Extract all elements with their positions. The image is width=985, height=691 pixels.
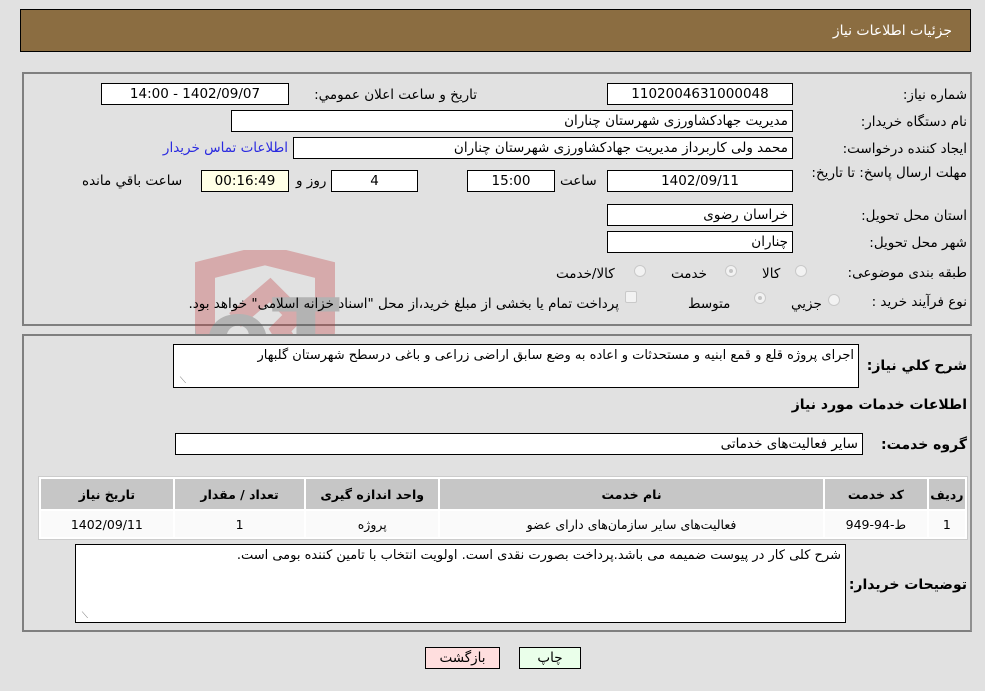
- service-group-field[interactable]: سایر فعالیت‌های خدماتی: [175, 433, 863, 455]
- category-radio-goods-service[interactable]: [634, 265, 646, 277]
- col-header-need-date: تاریخ نیاز: [41, 479, 173, 509]
- buyer-notes-text: شرح کلی کار در پیوست ضمیمه می باشد.پرداخ…: [236, 548, 841, 563]
- cell-quantity: 1: [174, 511, 305, 537]
- treasury-note: پرداخت تمام یا بخشی از مبلغ خرید،از محل …: [188, 296, 619, 312]
- back-button[interactable]: بازگشت: [425, 647, 500, 669]
- purchase-radio-minor[interactable]: [828, 294, 840, 306]
- time-remaining-field: 00:16:49: [201, 170, 289, 192]
- category-radio-goods[interactable]: [795, 265, 807, 277]
- cell-service-code: ط-94-949: [824, 511, 927, 537]
- city-field[interactable]: چناران: [607, 231, 793, 253]
- page-title: جزئیات اطلاعات نیاز: [832, 23, 952, 39]
- description-textarea[interactable]: اجرای پروژه قلع و قمع ابنیه و مستحدثات و…: [173, 344, 859, 388]
- cell-unit: پروژه: [306, 511, 439, 537]
- category-radio-service[interactable]: [725, 265, 737, 277]
- buyer-org-label: نام دستگاه خریدار:: [860, 114, 967, 130]
- resize-grip-icon[interactable]: ⟋: [176, 376, 186, 386]
- deadline-label: مهلت ارسال پاسخ: تا تاریخ:: [811, 165, 967, 181]
- treasury-checkbox[interactable]: [625, 291, 637, 303]
- need-number-label: شماره نیاز:: [902, 87, 967, 103]
- services-table: ردیف کد خدمت نام خدمت واحد اندازه گیری ت…: [38, 476, 968, 540]
- category-option-service: خدمت: [671, 266, 707, 282]
- city-label: شهر محل تحویل:: [869, 235, 967, 251]
- purchase-radio-medium[interactable]: [754, 292, 766, 304]
- table-header-row: ردیف کد خدمت نام خدمت واحد اندازه گیری ت…: [41, 479, 965, 509]
- buyer-contact-link[interactable]: اطلاعات تماس خریدار: [163, 140, 288, 156]
- resize-grip-icon[interactable]: ⟋: [78, 611, 88, 621]
- description-text: اجرای پروژه قلع و قمع ابنیه و مستحدثات و…: [257, 348, 855, 363]
- description-label: شرح کلي نیاز:: [866, 358, 967, 374]
- page-header: جزئیات اطلاعات نیاز: [20, 9, 971, 52]
- time-remaining-label: ساعت باقي مانده: [82, 173, 183, 189]
- days-label: روز و: [296, 173, 327, 189]
- purchase-option-medium: متوسط: [688, 296, 731, 312]
- days-remaining-field[interactable]: 4: [331, 170, 418, 192]
- col-header-service-code: کد خدمت: [824, 479, 927, 509]
- purchase-option-minor: جزيي: [791, 296, 822, 312]
- category-label: طبقه بندی موضوعی:: [847, 265, 967, 281]
- buyer-notes-textarea[interactable]: شرح کلی کار در پیوست ضمیمه می باشد.پرداخ…: [75, 544, 846, 623]
- province-field[interactable]: خراسان رضوی: [607, 204, 793, 226]
- category-option-goods-service: کالا/خدمت: [556, 266, 615, 282]
- category-option-goods: کالا: [762, 266, 781, 282]
- announce-datetime-field[interactable]: 1402/09/07 - 14:00: [101, 83, 289, 105]
- print-button[interactable]: چاپ: [519, 647, 581, 669]
- col-header-unit: واحد اندازه گیری: [306, 479, 439, 509]
- province-label: استان محل تحویل:: [861, 208, 967, 224]
- service-group-label: گروه خدمت:: [881, 437, 967, 453]
- cell-row-number: 1: [928, 511, 965, 537]
- deadline-date-field[interactable]: 1402/09/11: [607, 170, 793, 192]
- table-row: 1 ط-94-949 فعالیت‌های سایر سازمان‌های دا…: [41, 511, 965, 537]
- cell-service-name: فعالیت‌های سایر سازمان‌های دارای عضو: [440, 511, 823, 537]
- col-header-quantity: تعداد / مقدار: [174, 479, 305, 509]
- requester-field[interactable]: محمد ولی کاربرداز مدیریت جهادکشاورزی شهر…: [293, 137, 793, 159]
- purchase-type-label: نوع فرآیند خرید :: [871, 294, 967, 310]
- requester-label: ایجاد کننده درخواست:: [842, 141, 967, 157]
- deadline-time-field[interactable]: 15:00: [467, 170, 555, 192]
- services-section-title: اطلاعات خدمات مورد نیاز: [791, 397, 967, 413]
- col-header-row-number: ردیف: [928, 479, 965, 509]
- buyer-org-field[interactable]: مدیریت جهادکشاورزی شهرستان چناران: [231, 110, 793, 132]
- buyer-notes-label: توضیحات خریدار:: [848, 577, 967, 593]
- col-header-service-name: نام خدمت: [440, 479, 823, 509]
- need-number-field[interactable]: 1102004631000048: [607, 83, 793, 105]
- cell-need-date: 1402/09/11: [41, 511, 173, 537]
- deadline-time-label: ساعت: [560, 173, 597, 189]
- announce-datetime-label: تاريخ و ساعت اعلان عمومي:: [314, 87, 477, 103]
